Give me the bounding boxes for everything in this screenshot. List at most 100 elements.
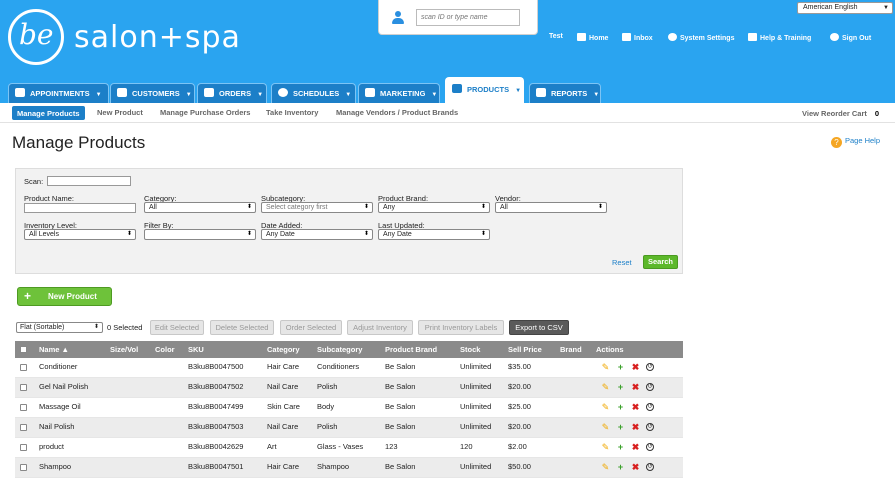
category-select[interactable]: All ⬍ [144,202,256,213]
add-icon[interactable]: + [616,443,625,452]
row-checkbox[interactable] [20,384,27,391]
add-icon[interactable]: + [616,423,625,432]
delete-selected-button[interactable]: Delete Selected [210,320,274,335]
tab-marketing[interactable]: MARKETING ▼ [358,83,440,103]
order-selected-button[interactable]: Order Selected [280,320,342,335]
col-product-brand[interactable]: Product Brand [385,345,437,354]
tab-reports[interactable]: REPORTS ▼ [529,83,601,103]
print-labels-button[interactable]: Print Inventory Labels [418,320,504,335]
delete-icon[interactable]: ✖ [631,443,640,452]
cell-subcategory: Polish [317,382,338,391]
history-icon[interactable]: ↺ [646,423,654,431]
delete-icon[interactable]: ✖ [631,383,640,392]
col-name[interactable]: Name ▲ [39,345,69,354]
row-checkbox[interactable] [20,404,27,411]
cell-price: $35.00 [508,362,531,371]
export-csv-button[interactable]: Export to CSV [509,320,569,335]
cell-sku: B3ku8B0047500 [188,362,244,371]
edit-icon[interactable]: ✎ [601,443,610,452]
table-row[interactable]: Nail Polish B3ku8B0047503 Nail Care Polish B… [15,418,683,438]
cell-category: Art [267,442,277,451]
last-updated-select[interactable]: Any Date ⬍ [378,229,490,240]
history-icon[interactable]: ↺ [646,403,654,411]
reorder-cart-link[interactable]: View Reorder Cart 0 [802,109,879,118]
history-icon[interactable]: ↺ [646,363,654,371]
tab-schedules[interactable]: SCHEDULES ▼ [271,83,356,103]
date-added-select[interactable]: Any Date ⬍ [261,229,373,240]
filterby-select[interactable]: ⬍ [144,229,256,240]
edit-icon[interactable]: ✎ [601,363,610,372]
add-icon[interactable]: + [616,363,625,372]
col-subcategory[interactable]: Subcategory [317,345,362,354]
page-help-link[interactable]: ? Page Help [831,136,880,148]
delete-icon[interactable]: ✖ [631,363,640,372]
subnav-take-inventory[interactable]: Take Inventory [266,108,318,117]
filter-panel: Scan: Product Name: Category: All ⬍ Subca… [15,168,683,274]
row-checkbox[interactable] [20,464,27,471]
brand-select[interactable]: Any ⬍ [378,202,490,213]
table-row[interactable]: Massage Oil B3ku8B0047499 Skin Care Body Be … [15,398,683,418]
subcategory-select[interactable]: Select category first ⬍ [261,202,373,213]
search-button[interactable]: Search [643,255,678,269]
subnav-manage-products[interactable]: Manage Products [12,106,85,120]
view-mode-select[interactable]: Flat (Sortable) ⬍ [16,322,103,333]
table-row[interactable]: Shampoo B3ku8B0047501 Hair Care Shampoo Be S… [15,458,683,478]
plus-icon: + [24,289,32,303]
table-row[interactable]: product B3ku8B0042629 Art Glass - Vases 123 1… [15,438,683,458]
table-row[interactable]: Conditioner B3ku8B0047500 Hair Care Conditi… [15,358,683,378]
scan-input[interactable] [416,9,520,26]
product-name-field[interactable] [24,203,136,213]
help-link[interactable]: Help & Training [748,33,811,42]
tab-products[interactable]: PRODUCTS ▼ [445,77,524,104]
col-category[interactable]: Category [267,345,300,354]
col-color[interactable]: Color [155,345,175,354]
subnav-purchase-orders[interactable]: Manage Purchase Orders [160,108,250,117]
inbox-link[interactable]: Inbox [622,33,653,42]
logo-icon[interactable]: be [8,9,64,65]
scan-field[interactable] [47,176,131,186]
tab-orders[interactable]: ORDERS ▼ [197,83,267,103]
history-icon[interactable]: ↺ [646,463,654,471]
subnav-new-product[interactable]: New Product [97,108,143,117]
edit-icon[interactable]: ✎ [601,383,610,392]
row-checkbox[interactable] [20,424,27,431]
delete-icon[interactable]: ✖ [631,403,640,412]
home-link[interactable]: Home [577,33,608,42]
vendor-select[interactable]: All ⬍ [495,202,607,213]
tab-customers[interactable]: CUSTOMERS ▼ [110,83,195,103]
signout-link[interactable]: Sign Out [830,33,871,42]
edit-icon[interactable]: ✎ [601,423,610,432]
col-brand[interactable]: Brand [560,345,582,354]
inventory-select[interactable]: All Levels ⬍ [24,229,136,240]
history-icon[interactable]: ↺ [646,383,654,391]
col-sku[interactable]: SKU [188,345,204,354]
delete-icon[interactable]: ✖ [631,423,640,432]
edit-icon[interactable]: ✎ [601,403,610,412]
settings-link[interactable]: System Settings [668,33,734,42]
col-stock[interactable]: Stock [460,345,480,354]
brand-name: salon+spa [74,20,241,55]
tab-appointments[interactable]: APPOINTMENTS ▼ [8,83,109,103]
adjust-inventory-button[interactable]: Adjust Inventory [347,320,413,335]
col-size[interactable]: Size/Vol [110,345,138,354]
delete-icon[interactable]: ✖ [631,463,640,472]
history-icon[interactable]: ↺ [646,443,654,451]
add-icon[interactable]: + [616,403,625,412]
cart-icon [204,88,214,97]
row-checkbox[interactable] [20,444,27,451]
edit-selected-button[interactable]: Edit Selected [150,320,204,335]
row-checkbox[interactable] [20,364,27,371]
subnav-vendors[interactable]: Manage Vendors / Product Brands [336,108,458,117]
test-link[interactable]: Test [549,33,563,40]
table-row[interactable]: Gel Nail Polish B3ku8B0047502 Nail Care Pol… [15,378,683,398]
cell-stock: Unlimited [460,362,492,371]
add-icon[interactable]: + [616,463,625,472]
edit-icon[interactable]: ✎ [601,463,610,472]
col-sell-price[interactable]: Sell Price [508,345,542,354]
language-select[interactable]: American English ▼ [797,2,893,14]
new-product-button[interactable]: + New Product [17,287,112,306]
cell-sku: B3ku8B0047499 [188,402,244,411]
add-icon[interactable]: + [616,383,625,392]
select-all-checkbox[interactable] [20,346,27,353]
reset-link[interactable]: Reset [612,258,632,267]
